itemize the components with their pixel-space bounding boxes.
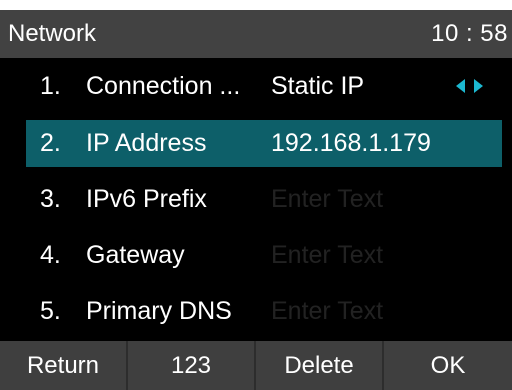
item-label: Connection ...	[86, 72, 241, 100]
return-button[interactable]: Return	[0, 341, 128, 390]
item-label: Gateway	[86, 241, 185, 269]
item-number: 4.	[40, 241, 61, 269]
menu-item-gateway[interactable]: 4. Gateway Enter Text	[26, 232, 502, 279]
connection-mode-value: Static IP	[271, 72, 365, 100]
item-label: IP Address	[86, 129, 207, 157]
item-label: IPv6 Prefix	[86, 185, 207, 213]
item-number: 1.	[40, 72, 61, 100]
softkey-bar: Return 123 Delete OK	[0, 341, 512, 390]
input-mode-button[interactable]: 123	[128, 341, 256, 390]
phone-screen: Network 10 : 58 1. Connection ... Static…	[0, 0, 512, 390]
clock-time: 10 : 58	[431, 20, 508, 47]
network-menu: 1. Connection ... Static IP 2. IP Addres…	[0, 58, 512, 341]
menu-item-ipv6-prefix[interactable]: 3. IPv6 Prefix Enter Text	[26, 176, 502, 223]
gateway-field[interactable]: Enter Text	[271, 232, 383, 279]
item-label: Primary DNS	[86, 297, 232, 325]
menu-item-ip-address[interactable]: 2. IP Address 192.168.1.179	[26, 120, 502, 167]
item-number: 5.	[40, 297, 61, 325]
chevron-left-icon[interactable]	[456, 79, 465, 93]
ok-button[interactable]: OK	[384, 341, 512, 390]
ipv6-prefix-field[interactable]: Enter Text	[271, 176, 383, 223]
page-title: Network	[8, 20, 97, 47]
option-arrows[interactable]	[454, 79, 488, 95]
chevron-right-icon[interactable]	[474, 79, 483, 93]
menu-item-primary-dns[interactable]: 5. Primary DNS Enter Text	[26, 288, 502, 335]
delete-button[interactable]: Delete	[256, 341, 384, 390]
menu-item-connection-mode[interactable]: 1. Connection ... Static IP	[26, 63, 502, 110]
item-number: 2.	[40, 129, 61, 157]
ip-address-field[interactable]: 192.168.1.179	[271, 120, 431, 167]
network-settings-display: Network 10 : 58 1. Connection ... Static…	[0, 10, 512, 390]
item-number: 3.	[40, 185, 61, 213]
title-bar: Network 10 : 58	[0, 10, 512, 58]
primary-dns-field[interactable]: Enter Text	[271, 288, 383, 335]
